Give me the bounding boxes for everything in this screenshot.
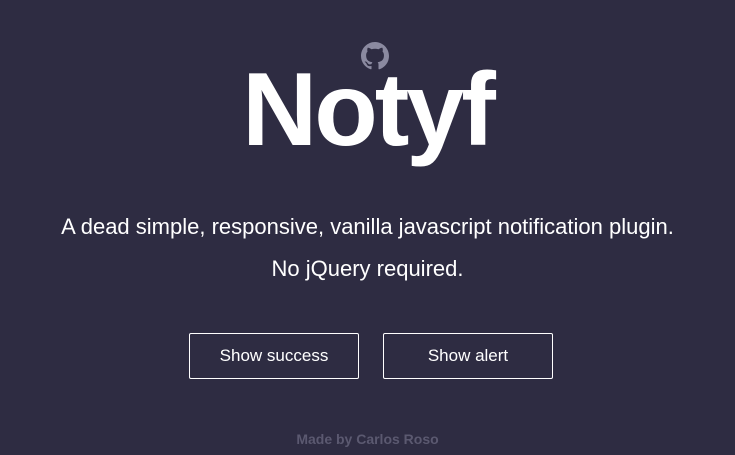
show-alert-button[interactable]: Show alert <box>383 333 553 379</box>
tagline-description: A dead simple, responsive, vanilla javas… <box>61 214 674 239</box>
footer-credit: Made by Carlos Roso <box>296 431 439 447</box>
tagline-no-jquery: No jQuery required. <box>271 256 464 281</box>
page-title: Notyf <box>242 52 496 168</box>
show-success-button[interactable]: Show success <box>189 333 359 379</box>
